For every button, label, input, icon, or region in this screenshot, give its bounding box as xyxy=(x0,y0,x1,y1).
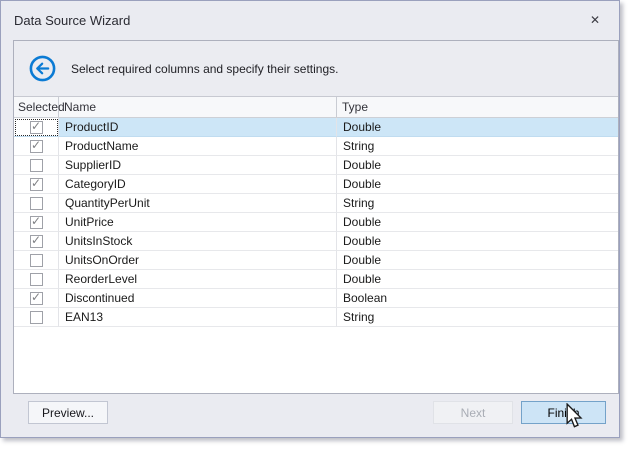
table-row[interactable]: EAN13 String xyxy=(14,308,618,327)
columns-grid: Selected Name Type ✓ ProductID Double ✓ … xyxy=(14,97,618,393)
row-type: Double xyxy=(337,213,618,232)
row-checkbox[interactable] xyxy=(30,197,43,210)
back-arrow-circle-icon xyxy=(29,55,56,82)
instruction-text: Select required columns and specify thei… xyxy=(71,62,338,76)
row-checkbox[interactable] xyxy=(30,273,43,286)
row-checkbox[interactable]: ✓ xyxy=(30,216,43,229)
row-type: Boolean xyxy=(337,289,618,308)
row-name: ProductID xyxy=(59,118,337,137)
column-header-type[interactable]: Type xyxy=(337,97,618,117)
row-checkbox-cell[interactable]: ✓ xyxy=(14,118,59,137)
row-checkbox-cell[interactable] xyxy=(14,308,59,327)
row-checkbox[interactable]: ✓ xyxy=(30,292,43,305)
row-type: Double xyxy=(337,251,618,270)
row-checkbox-cell[interactable]: ✓ xyxy=(14,175,59,194)
row-name: EAN13 xyxy=(59,308,337,327)
row-checkbox[interactable]: ✓ xyxy=(30,121,43,134)
check-icon: ✓ xyxy=(31,139,41,151)
row-type: Double xyxy=(337,232,618,251)
finish-button[interactable]: Finish xyxy=(521,401,606,424)
row-type: String xyxy=(337,137,618,156)
check-icon: ✓ xyxy=(31,215,41,227)
check-icon: ✓ xyxy=(31,177,41,189)
row-checkbox-cell[interactable]: ✓ xyxy=(14,213,59,232)
table-row[interactable]: ✓ UnitsInStock Double xyxy=(14,232,618,251)
table-row[interactable]: ✓ Discontinued Boolean xyxy=(14,289,618,308)
row-checkbox-cell[interactable]: ✓ xyxy=(14,137,59,156)
close-icon: ✕ xyxy=(590,13,600,27)
row-checkbox-cell[interactable]: ✓ xyxy=(14,232,59,251)
row-type: Double xyxy=(337,270,618,289)
row-checkbox[interactable]: ✓ xyxy=(30,140,43,153)
row-name: Discontinued xyxy=(59,289,337,308)
row-name: QuantityPerUnit xyxy=(59,194,337,213)
row-name: CategoryID xyxy=(59,175,337,194)
table-row[interactable]: SupplierID Double xyxy=(14,156,618,175)
table-row[interactable]: ✓ ProductName String xyxy=(14,137,618,156)
row-checkbox-cell[interactable] xyxy=(14,251,59,270)
row-checkbox[interactable]: ✓ xyxy=(30,178,43,191)
row-name: UnitPrice xyxy=(59,213,337,232)
row-checkbox[interactable]: ✓ xyxy=(30,235,43,248)
row-type: Double xyxy=(337,118,618,137)
table-row[interactable]: ✓ UnitPrice Double xyxy=(14,213,618,232)
back-button[interactable] xyxy=(29,55,56,82)
check-icon: ✓ xyxy=(31,234,41,246)
grid-header-row: Selected Name Type xyxy=(14,97,618,118)
table-row[interactable]: UnitsOnOrder Double xyxy=(14,251,618,270)
row-name: UnitsOnOrder xyxy=(59,251,337,270)
row-checkbox-cell[interactable] xyxy=(14,270,59,289)
table-row[interactable]: QuantityPerUnit String xyxy=(14,194,618,213)
table-row[interactable]: ReorderLevel Double xyxy=(14,270,618,289)
next-button[interactable]: Next xyxy=(433,401,513,424)
check-icon: ✓ xyxy=(31,120,41,132)
row-type: Double xyxy=(337,175,618,194)
row-checkbox-cell[interactable]: ✓ xyxy=(14,289,59,308)
preview-button[interactable]: Preview... xyxy=(28,401,108,424)
row-checkbox-cell[interactable] xyxy=(14,194,59,213)
desktop-background: Data Source Wizard ✕ Select required col… xyxy=(0,0,630,454)
row-type: String xyxy=(337,194,618,213)
row-checkbox-cell[interactable] xyxy=(14,156,59,175)
row-type: String xyxy=(337,308,618,327)
row-checkbox[interactable] xyxy=(30,254,43,267)
column-header-name[interactable]: Name xyxy=(59,97,337,117)
titlebar[interactable]: Data Source Wizard ✕ xyxy=(1,1,619,39)
row-checkbox[interactable] xyxy=(30,159,43,172)
row-type: Double xyxy=(337,156,618,175)
close-button[interactable]: ✕ xyxy=(584,10,606,30)
column-header-selected[interactable]: Selected xyxy=(14,97,59,117)
wizard-header: Select required columns and specify thei… xyxy=(14,41,618,97)
wizard-panel: Select required columns and specify thei… xyxy=(13,40,619,394)
row-name: UnitsInStock xyxy=(59,232,337,251)
table-row[interactable]: ✓ ProductID Double xyxy=(14,118,618,137)
grid-body: ✓ ProductID Double ✓ ProductName String … xyxy=(14,118,618,393)
row-name: ProductName xyxy=(59,137,337,156)
data-source-wizard-dialog: Data Source Wizard ✕ Select required col… xyxy=(0,0,620,438)
row-checkbox[interactable] xyxy=(30,311,43,324)
row-name: SupplierID xyxy=(59,156,337,175)
check-icon: ✓ xyxy=(31,291,41,303)
row-name: ReorderLevel xyxy=(59,270,337,289)
table-row[interactable]: ✓ CategoryID Double xyxy=(14,175,618,194)
window-title: Data Source Wizard xyxy=(14,13,130,28)
